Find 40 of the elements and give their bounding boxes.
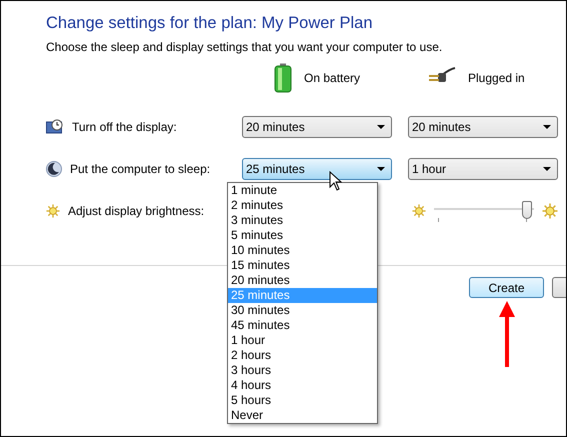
dropdown-option[interactable]: 20 minutes: [228, 273, 377, 288]
arrow-annotation: [499, 301, 515, 367]
caret-icon: [543, 125, 551, 129]
moon-icon: [46, 161, 62, 177]
brightness-slider[interactable]: [434, 200, 534, 222]
dropdown-option[interactable]: 1 minute: [228, 183, 377, 198]
setting-label: Adjust display brightness:: [68, 204, 204, 218]
setting-label: Put the computer to sleep:: [70, 162, 210, 176]
brightness-icon: [542, 203, 558, 219]
button[interactable]: Create: [469, 277, 544, 298]
slider-thumb[interactable]: [522, 201, 532, 219]
brightness-icon: [412, 204, 426, 218]
dropdown-option[interactable]: 2 minutes: [228, 198, 377, 213]
caret-icon: [377, 167, 385, 171]
dropdown-option[interactable]: Never: [228, 408, 377, 423]
battery-icon: [274, 62, 292, 92]
caret-icon: [543, 167, 551, 171]
setting-label: Turn off the display:: [72, 120, 177, 134]
dropdown-option[interactable]: 2 hours: [228, 348, 377, 363]
dropdown-option[interactable]: 30 minutes: [228, 303, 377, 318]
dropdown-option[interactable]: 5 minutes: [228, 228, 377, 243]
time-dropdown[interactable]: 20 minutes: [408, 116, 558, 138]
page-description: Choose the sleep and display settings that you want your computer to use.: [46, 39, 444, 55]
dropdown-option[interactable]: 1 hour: [228, 333, 377, 348]
dropdown-option[interactable]: 3 hours: [228, 363, 377, 378]
page-title: Change settings for the plan: My Power Plan: [46, 13, 374, 33]
dropdown-option[interactable]: 5 hours: [228, 393, 377, 408]
dropdown-option[interactable]: 15 minutes: [228, 258, 377, 273]
caret-icon: [377, 125, 385, 129]
time-dropdown[interactable]: 20 minutes: [242, 116, 392, 138]
dropdown-option[interactable]: 10 minutes: [228, 243, 377, 258]
dropdown-option[interactable]: 45 minutes: [228, 318, 377, 333]
time-dropdown[interactable]: 25 minutes: [242, 158, 392, 180]
monitor-clock-icon: [46, 119, 64, 135]
brightness-icon: [46, 204, 60, 218]
dropdown-option[interactable]: 3 minutes: [228, 213, 377, 228]
column-header: On battery: [304, 70, 360, 84]
column-header: Plugged in: [468, 70, 525, 84]
dropdown-option[interactable]: 4 hours: [228, 378, 377, 393]
time-dropdown[interactable]: 1 hour: [408, 158, 558, 180]
